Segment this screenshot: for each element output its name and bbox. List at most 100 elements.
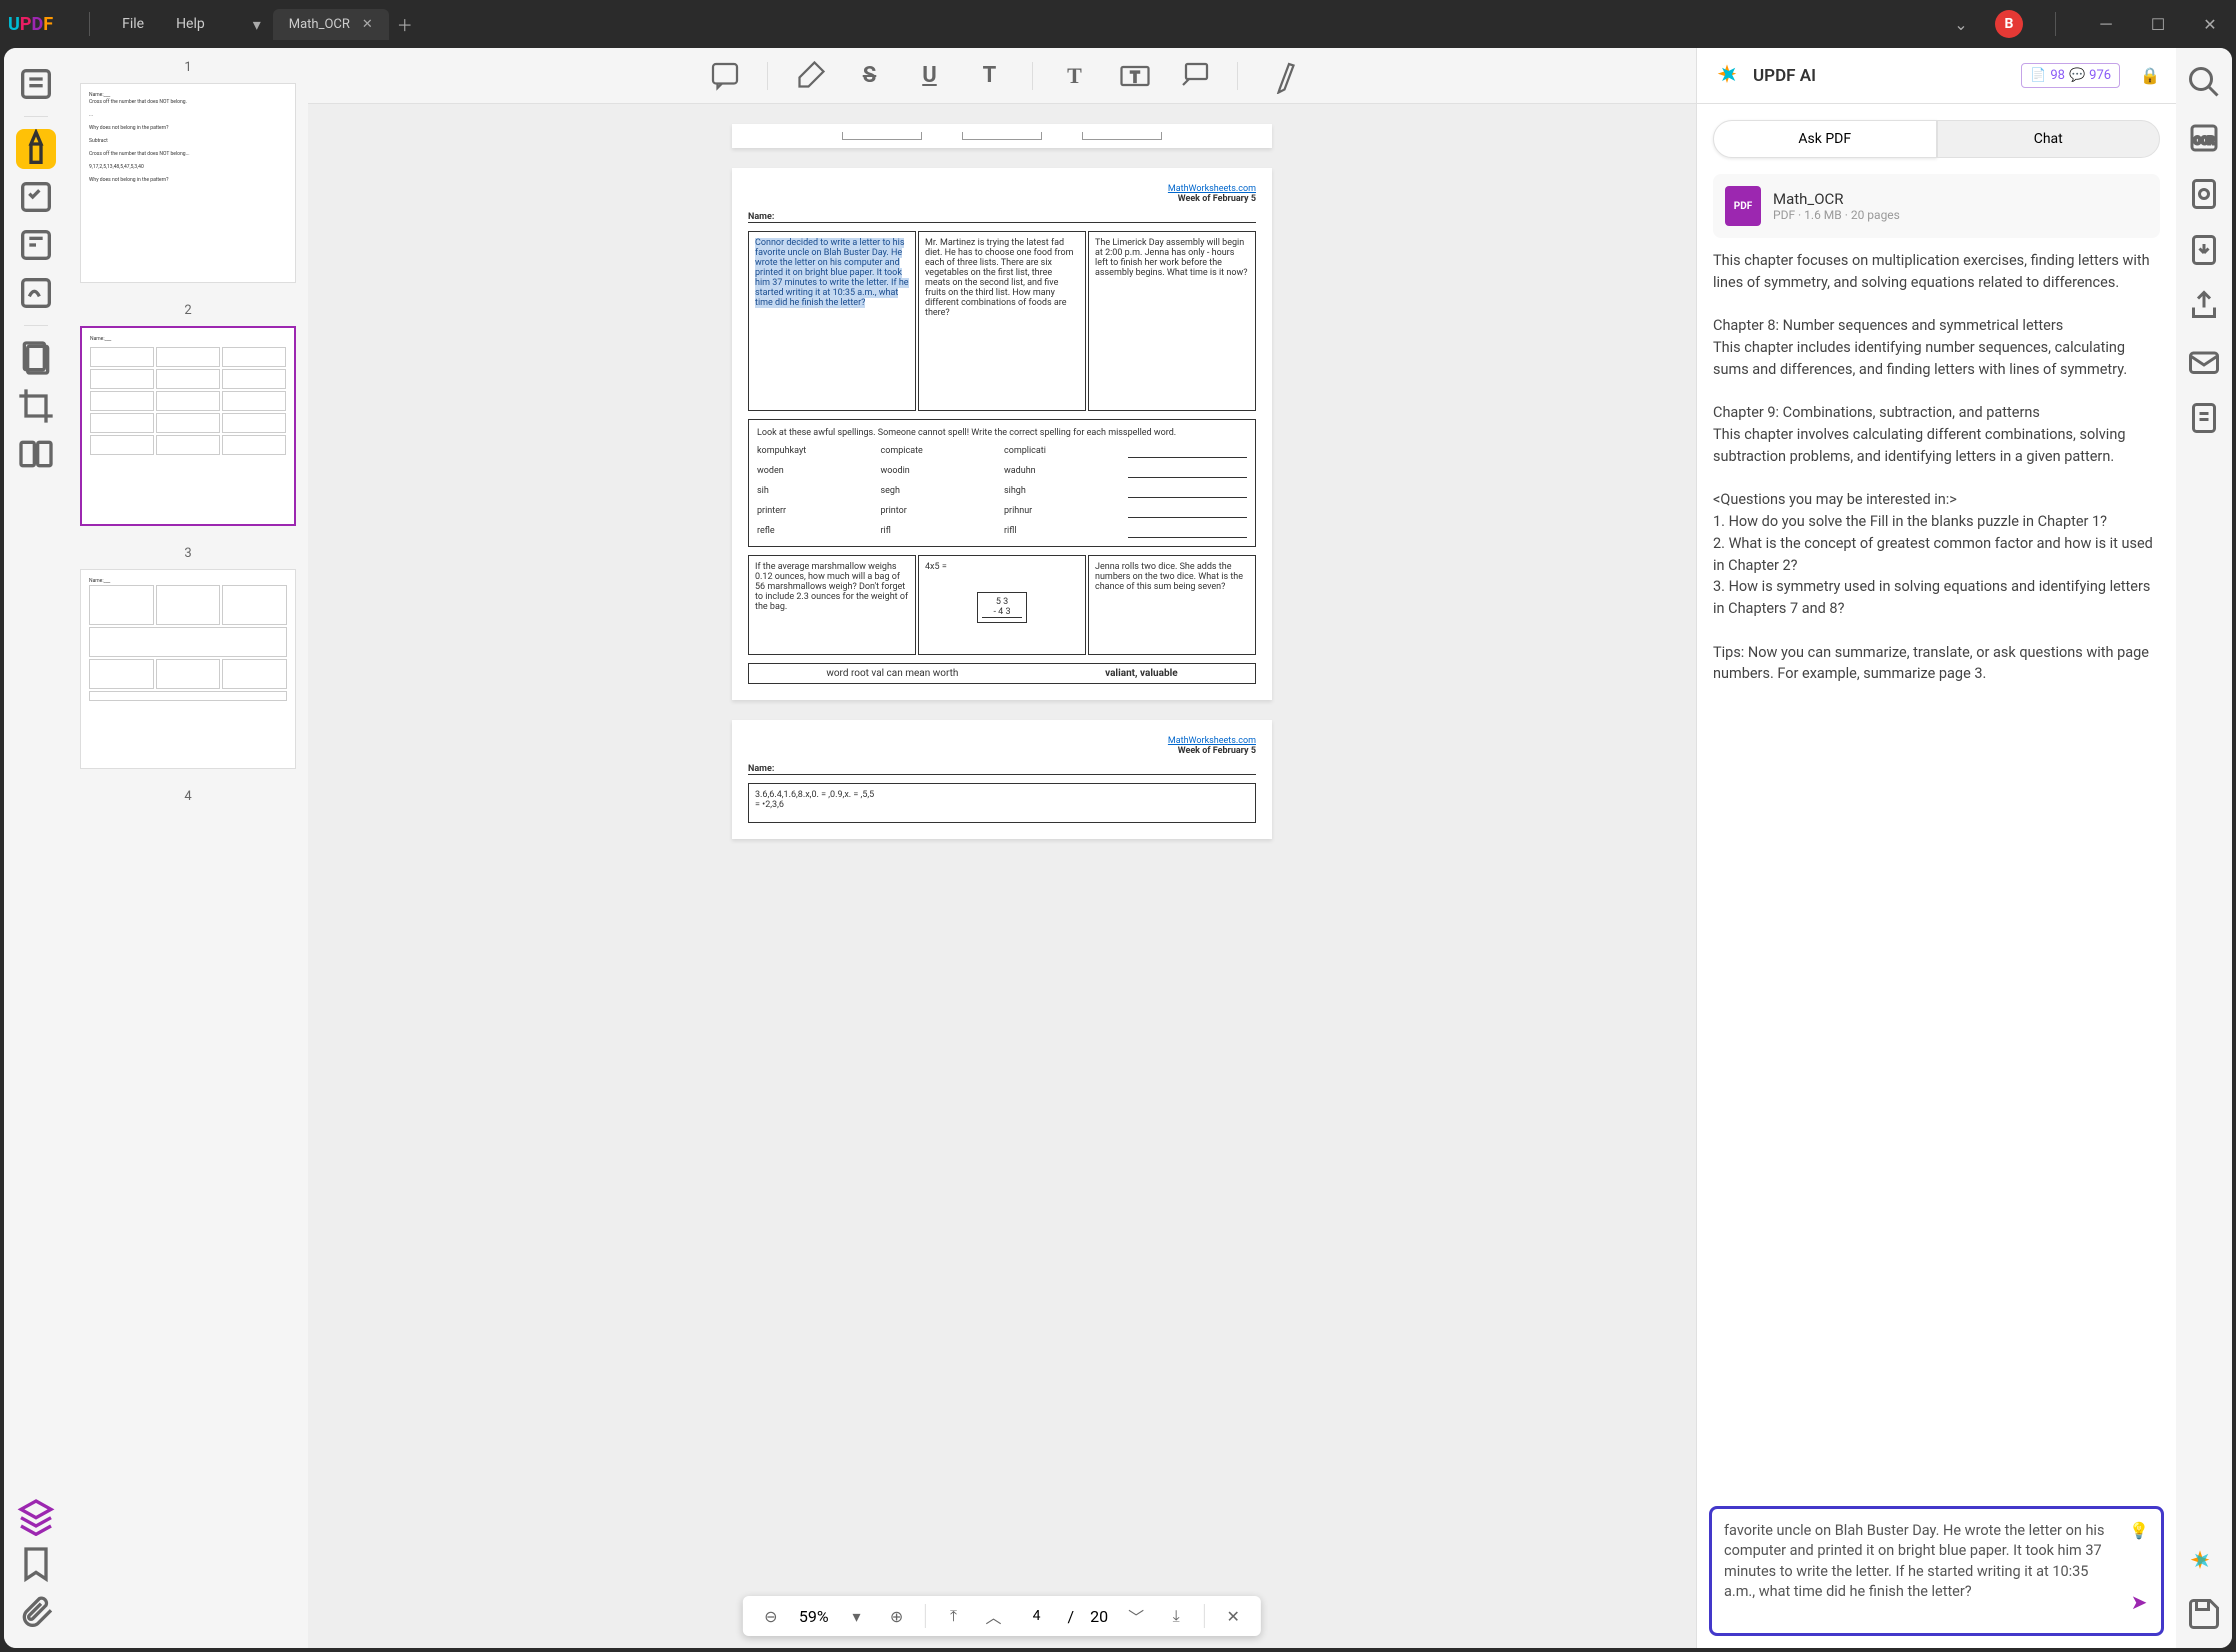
layers-icon[interactable]	[16, 1496, 56, 1536]
lightbulb-icon[interactable]: 💡	[2129, 1521, 2149, 1540]
user-avatar[interactable]: B	[1995, 10, 2023, 38]
last-page-icon[interactable]: ⤓	[1164, 1606, 1188, 1626]
tab-ask-pdf[interactable]: Ask PDF	[1713, 120, 1937, 158]
send-icon[interactable]: ➤	[2131, 1590, 2148, 1614]
ai-response: This chapter focuses on multiplication e…	[1697, 250, 2176, 1494]
zoom-in-icon[interactable]: ⊕	[885, 1607, 909, 1626]
equation-box: 3.6,6.4,1.6,8.x,0. = ,0.9,x. = ,5,5 = •2…	[748, 783, 1256, 823]
maximize-icon[interactable]: ☐	[2140, 6, 2176, 42]
export-icon[interactable]	[2186, 232, 2222, 268]
highlight-icon[interactable]	[16, 129, 56, 169]
pdf-view: S U T T T	[308, 48, 1696, 1648]
thumbnails-panel: 1 Name:___Cross off the number that does…	[68, 48, 308, 1648]
menu-file[interactable]: File	[106, 16, 160, 32]
ai-star-icon[interactable]	[2186, 1548, 2214, 1576]
problem-box-5: 4x5 = 5 3 - 4 3	[918, 555, 1086, 655]
callout-icon[interactable]	[1177, 58, 1213, 94]
thumbnail-1[interactable]: Name:___Cross off the number that does N…	[80, 83, 296, 283]
annotation-toolbar: S U T T T	[308, 48, 1696, 104]
zoom-dropdown-icon[interactable]: ▾	[845, 1607, 869, 1626]
pdf-page-4: MathWorksheets.com Week of February 5 Na…	[732, 168, 1272, 700]
page-controls: ⊖ 59% ▾ ⊕ ⤒ ︿ / 20 ﹀ ⤓ ✕	[743, 1596, 1261, 1636]
site-link: MathWorksheets.com	[1168, 736, 1256, 746]
thumbnail-2[interactable]: Name:___	[80, 326, 296, 526]
problem-box-3: The Limerick Day assembly will begin at …	[1088, 231, 1256, 411]
page-total: 20	[1090, 1607, 1108, 1626]
tab-chat[interactable]: Chat	[1937, 120, 2161, 158]
save-icon[interactable]	[2186, 1596, 2222, 1632]
app-logo: UPDF	[8, 14, 53, 35]
close-controls-icon[interactable]: ✕	[1221, 1607, 1245, 1626]
svg-text:T: T	[1130, 68, 1139, 86]
pdf-page-partial	[732, 124, 1272, 148]
document-tab[interactable]: Math_OCR ✕	[273, 9, 389, 40]
problem-box-1: Connor decided to write a letter to his …	[748, 231, 916, 411]
week-label: Week of February 5	[1178, 746, 1256, 756]
menu-help[interactable]: Help	[160, 16, 221, 32]
thumb-label: 3	[80, 546, 296, 561]
lock-icon[interactable]: 🔒	[2140, 66, 2160, 85]
add-tab-icon[interactable]: ＋	[389, 8, 421, 40]
ai-input-container: 💡 ➤	[1709, 1506, 2164, 1636]
reader-icon[interactable]	[16, 64, 56, 104]
titlebar: UPDF File Help ▾ Math_OCR ✕ ＋ ⌄ B ─ ☐ ✕	[0, 0, 2236, 48]
problem-1-text[interactable]: Connor decided to write a letter to his …	[755, 238, 909, 308]
crop-icon[interactable]	[16, 386, 56, 426]
comment-icon[interactable]	[707, 58, 743, 94]
thumb-label: 2	[80, 303, 296, 318]
problem-box-2: Mr. Martinez is trying the latest fad di…	[918, 231, 1086, 411]
file-meta: PDF · 1.6 MB · 20 pages	[1773, 208, 1900, 222]
highlighter-icon[interactable]	[792, 58, 828, 94]
zoom-value: 59%	[799, 1607, 829, 1626]
ai-panel: UPDF AI 📄98 💬976 🔒 Ask PDF Chat PDF Math…	[1696, 48, 2176, 1648]
close-icon[interactable]: ✕	[362, 17, 373, 32]
ocr-icon[interactable]: OCR	[2186, 120, 2222, 156]
search-icon[interactable]	[2186, 64, 2222, 100]
email-icon[interactable]	[2186, 344, 2222, 380]
text-icon[interactable]: T	[1057, 58, 1093, 94]
problem-box-4: If the average marshmallow weighs 0.12 o…	[748, 555, 916, 655]
sign-icon[interactable]	[16, 273, 56, 313]
ai-logo-icon	[1713, 62, 1741, 90]
first-page-icon[interactable]: ⤒	[942, 1606, 966, 1626]
pdf-page-5: MathWorksheets.com Week of February 5 Na…	[732, 720, 1272, 839]
zoom-out-icon[interactable]: ⊖	[759, 1607, 783, 1626]
textbox-icon[interactable]: T	[1117, 58, 1153, 94]
left-toolbar	[4, 48, 68, 1648]
week-label: Week of February 5	[1178, 194, 1256, 204]
chevron-down-icon[interactable]: ⌄	[1943, 6, 1979, 42]
page-input[interactable]	[1022, 1608, 1052, 1624]
word-root-box: word root val can mean worth valiant, va…	[748, 663, 1256, 684]
prev-page-icon[interactable]: ︿	[982, 1604, 1006, 1628]
problem-box-6: Jenna rolls two dice. She adds the numbe…	[1088, 555, 1256, 655]
ai-title: UPDF AI	[1753, 66, 1816, 86]
underline-icon[interactable]: U	[912, 58, 948, 94]
tab-dropdown-icon[interactable]: ▾	[241, 8, 273, 40]
ai-input[interactable]	[1724, 1521, 2121, 1621]
site-link: MathWorksheets.com	[1168, 184, 1256, 194]
spell-instructions: Look at these awful spellings. Someone c…	[757, 428, 1247, 438]
edit-text-icon[interactable]	[16, 177, 56, 217]
print-icon[interactable]	[2186, 400, 2222, 436]
file-name: Math_OCR	[1773, 190, 1900, 208]
compare-icon[interactable]	[16, 434, 56, 474]
svg-text:OCR: OCR	[2194, 134, 2215, 147]
squiggly-icon[interactable]: T	[972, 58, 1008, 94]
bookmark-icon[interactable]	[16, 1544, 56, 1584]
close-window-icon[interactable]: ✕	[2192, 6, 2228, 42]
thumbnail-3[interactable]: Name:___	[80, 569, 296, 769]
organize-icon[interactable]	[16, 338, 56, 378]
pencil-icon[interactable]	[1262, 58, 1298, 94]
form-icon[interactable]	[16, 225, 56, 265]
right-toolbar: OCR	[2176, 48, 2232, 1648]
compress-icon[interactable]	[2186, 176, 2222, 212]
share-icon[interactable]	[2186, 288, 2222, 324]
file-chip[interactable]: PDF Math_OCR PDF · 1.6 MB · 20 pages	[1713, 174, 2160, 238]
quota-badge[interactable]: 📄98 💬976	[2021, 63, 2120, 88]
minimize-icon[interactable]: ─	[2088, 6, 2124, 42]
attachment-icon[interactable]	[16, 1592, 56, 1632]
next-page-icon[interactable]: ﹀	[1124, 1604, 1148, 1628]
strikethrough-icon[interactable]: S	[852, 58, 888, 94]
pdf-file-icon: PDF	[1725, 186, 1761, 226]
tab-title: Math_OCR	[289, 17, 350, 32]
